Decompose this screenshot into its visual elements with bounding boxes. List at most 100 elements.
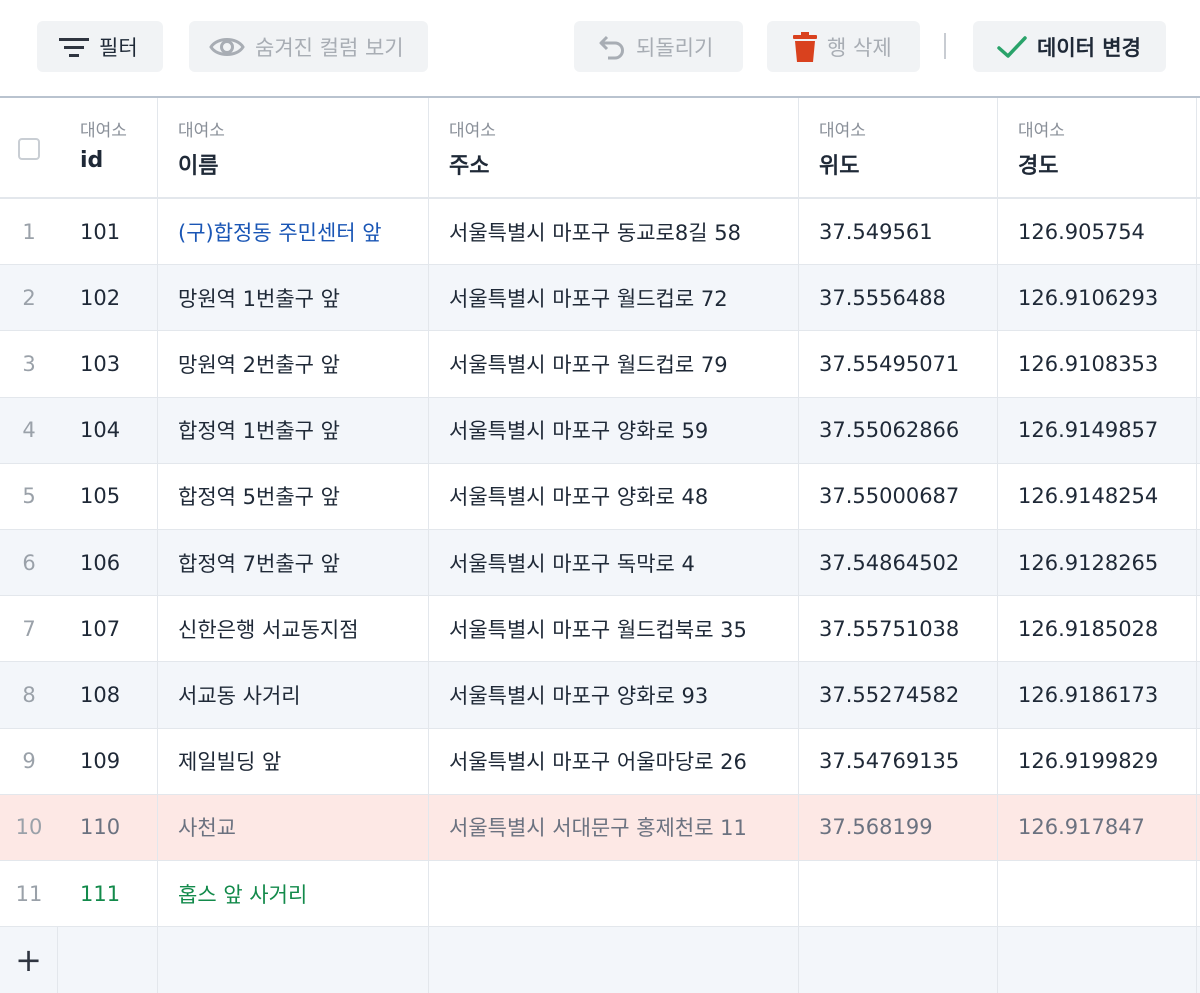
cell-address[interactable]: 서울특별시 마포구 양화로 59 (429, 397, 799, 463)
cell-id[interactable]: 108 (58, 662, 158, 728)
filter-icon (59, 36, 89, 58)
cell-id[interactable]: 106 (58, 530, 158, 596)
cell-id[interactable]: 110 (58, 794, 158, 860)
column-header-longitude[interactable]: 대여소 경도 (998, 98, 1197, 197)
table-row[interactable]: 10 110 사천교 서울특별시 서대문구 홍제천로 11 37.568199 126.9… (0, 794, 1200, 861)
table-row[interactable]: 4 104 합정역 1번출구 앞 서울특별시 마포구 양화로 59 37.5506286… (0, 397, 1200, 464)
column-group: 대여소 (819, 121, 866, 141)
filter-button[interactable]: 필터 (37, 21, 163, 72)
table-cell (429, 927, 799, 993)
table-row[interactable]: 2 102 망원역 1번출구 앞 서울특별시 마포구 월드컵로 72 37.555648… (0, 265, 1200, 332)
cell-longitude[interactable] (998, 861, 1197, 927)
cell-latitude[interactable]: 37.55751038 (799, 596, 998, 662)
column-header-latitude[interactable]: 대여소 위도 (799, 98, 998, 197)
apply-data-changes-label: 데이터 변경 (1037, 35, 1141, 60)
show-hidden-columns-button[interactable]: 숨겨진 컬럼 보기 (189, 21, 428, 72)
cell-id[interactable]: 101 (58, 199, 158, 265)
cell-longitude[interactable]: 126.9149857 (998, 397, 1197, 463)
cell-id[interactable]: 103 (58, 331, 158, 397)
cell-address[interactable]: 서울특별시 마포구 양화로 48 (429, 463, 799, 529)
column-title: 이름 (178, 154, 219, 179)
cell-longitude[interactable]: 126.9185028 (998, 596, 1197, 662)
cell-longitude[interactable]: 126.9106293 (998, 265, 1197, 331)
table-row[interactable]: 3 103 망원역 2번출구 앞 서울특별시 마포구 월드컵로 79 37.554950… (0, 331, 1200, 398)
row-number: 4 (22, 418, 36, 443)
cell-id[interactable]: 105 (58, 463, 158, 529)
table-row[interactable]: 7 107 신한은행 서교동지점 서울특별시 마포구 월드컵북로 35 37.55751… (0, 596, 1200, 663)
row-number: 8 (22, 682, 36, 707)
column-title: 주소 (449, 154, 490, 179)
cell-name[interactable]: 서교동 사거리 (158, 662, 429, 728)
cell-longitude[interactable]: 126.9108353 (998, 331, 1197, 397)
cell-address[interactable]: 서울특별시 마포구 양화로 93 (429, 662, 799, 728)
cell-name[interactable]: 망원역 2번출구 앞 (158, 331, 429, 397)
table-row[interactable]: 6 106 합정역 7번출구 앞 서울특별시 마포구 독막로 4 37.54864502… (0, 530, 1200, 597)
table-cell (998, 927, 1197, 993)
cell-address[interactable]: 서울특별시 마포구 월드컵로 72 (429, 265, 799, 331)
cell-longitude[interactable]: 126.917847 (998, 794, 1197, 860)
select-all-checkbox[interactable] (18, 138, 40, 160)
column-group: 대여소 (178, 121, 225, 141)
table-row[interactable]: 8 108 서교동 사거리 서울특별시 마포구 양화로 93 37.55274582 12… (0, 662, 1200, 729)
cell-latitude[interactable]: 37.55495071 (799, 331, 998, 397)
row-number: 11 (15, 881, 43, 906)
cell-name[interactable]: 합정역 5번출구 앞 (158, 463, 429, 529)
add-row[interactable]: + (0, 927, 1200, 993)
cell-latitude[interactable]: 37.55274582 (799, 662, 998, 728)
table-row[interactable]: 5 105 합정역 5번출구 앞 서울특별시 마포구 양화로 48 37.5500068… (0, 463, 1200, 530)
undo-button[interactable]: 되돌리기 (574, 21, 743, 72)
cell-id[interactable]: 109 (58, 728, 158, 794)
table-cell (799, 927, 998, 993)
cell-name[interactable]: 홉스 앞 사거리 (158, 861, 429, 927)
cell-name[interactable]: 합정역 1번출구 앞 (158, 397, 429, 463)
apply-data-changes-button[interactable]: 데이터 변경 (973, 21, 1166, 72)
table-row[interactable]: 11 111 홉스 앞 사거리 (0, 861, 1200, 928)
cell-longitude[interactable]: 126.9148254 (998, 463, 1197, 529)
column-header-address[interactable]: 대여소 주소 (429, 98, 799, 197)
cell-latitude[interactable] (799, 861, 998, 927)
cell-name[interactable]: 사천교 (158, 794, 429, 860)
cell-address[interactable]: 서울특별시 서대문구 홍제천로 11 (429, 794, 799, 860)
checkmark-icon (997, 35, 1027, 59)
cell-address[interactable]: 서울특별시 마포구 독막로 4 (429, 530, 799, 596)
row-number: 1 (22, 219, 36, 244)
cell-name[interactable]: 제일빌딩 앞 (158, 728, 429, 794)
row-number: 9 (22, 749, 36, 774)
cell-latitude[interactable]: 37.568199 (799, 794, 998, 860)
cell-longitude[interactable]: 126.9186173 (998, 662, 1197, 728)
cell-address[interactable] (429, 861, 799, 927)
cell-address[interactable]: 서울특별시 마포구 월드컵로 79 (429, 331, 799, 397)
cell-name[interactable]: (구)합정동 주민센터 앞 (158, 199, 429, 265)
cell-longitude[interactable]: 126.9128265 (998, 530, 1197, 596)
cell-id[interactable]: 104 (58, 397, 158, 463)
table-cell (158, 927, 429, 993)
cell-address[interactable]: 서울특별시 마포구 월드컵북로 35 (429, 596, 799, 662)
table-row[interactable]: 1 101 (구)합정동 주민센터 앞 서울특별시 마포구 동교로8길 58 37.54… (0, 199, 1200, 266)
row-number: 7 (22, 616, 36, 641)
cell-name[interactable]: 합정역 7번출구 앞 (158, 530, 429, 596)
cell-name[interactable]: 망원역 1번출구 앞 (158, 265, 429, 331)
cell-name[interactable]: 신한은행 서교동지점 (158, 596, 429, 662)
cell-address[interactable]: 서울특별시 마포구 어울마당로 26 (429, 728, 799, 794)
plus-icon: + (15, 941, 42, 980)
show-hidden-columns-label: 숨겨진 컬럼 보기 (255, 35, 404, 60)
cell-latitude[interactable]: 37.55062866 (799, 397, 998, 463)
cell-latitude[interactable]: 37.5556488 (799, 265, 998, 331)
delete-row-button[interactable]: 행 삭제 (767, 21, 920, 72)
cell-latitude[interactable]: 37.549561 (799, 199, 998, 265)
cell-latitude[interactable]: 37.54864502 (799, 530, 998, 596)
cell-address[interactable]: 서울특별시 마포구 동교로8길 58 (429, 199, 799, 265)
cell-id[interactable]: 107 (58, 596, 158, 662)
cell-latitude[interactable]: 37.54769135 (799, 728, 998, 794)
column-title: id (80, 148, 104, 173)
cell-latitude[interactable]: 37.55000687 (799, 463, 998, 529)
column-header-name[interactable]: 대여소 이름 (158, 98, 429, 197)
table-row[interactable]: 9 109 제일빌딩 앞 서울특별시 마포구 어울마당로 26 37.54769135 1… (0, 728, 1200, 795)
add-row-button[interactable]: + (0, 927, 58, 993)
cell-id[interactable]: 111 (58, 861, 158, 927)
cell-longitude[interactable]: 126.9199829 (998, 728, 1197, 794)
cell-longitude[interactable]: 126.905754 (998, 199, 1197, 265)
row-number: 5 (22, 484, 36, 509)
column-header-id[interactable]: 대여소 id (58, 98, 158, 197)
cell-id[interactable]: 102 (58, 265, 158, 331)
